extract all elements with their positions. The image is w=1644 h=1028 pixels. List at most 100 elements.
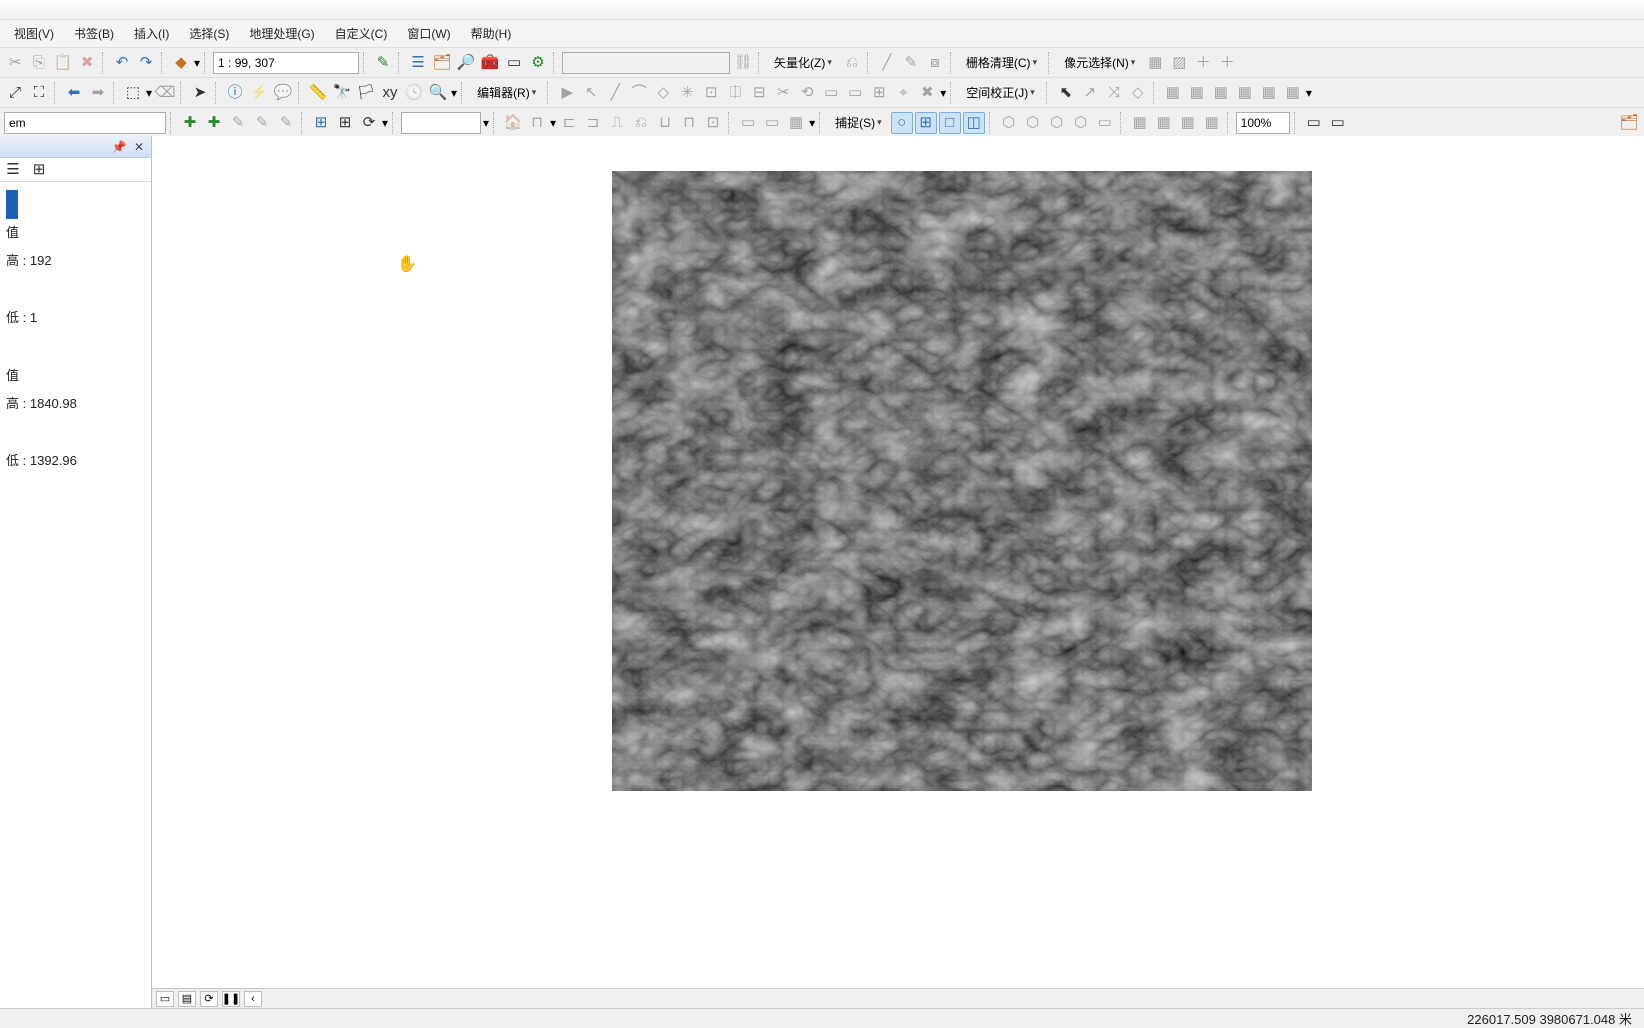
snap-edge-button[interactable]: ◫ (963, 112, 985, 134)
clear-selection-button[interactable]: ⌫ (154, 82, 176, 104)
measure-button[interactable]: 📏 (307, 82, 329, 104)
tool-b5[interactable]: ⎌ (630, 112, 652, 134)
full-extent-button[interactable]: ⛶ (28, 82, 50, 104)
menu-view[interactable]: 视图(V) (6, 21, 62, 46)
menu-window[interactable]: 窗口(W) (399, 21, 458, 46)
geo-2[interactable]: ⬡ (1022, 112, 1044, 134)
next-extent-button[interactable]: ➡ (87, 82, 109, 104)
html-popup-button[interactable]: 💬 (272, 82, 294, 104)
arc-tool[interactable]: ⌒ (628, 82, 650, 104)
add-data-button[interactable]: ◆ (170, 52, 192, 74)
adj-pointer[interactable]: ⬉ (1055, 82, 1077, 104)
prev-extent-button[interactable]: ⬅ (63, 82, 85, 104)
modelbuilder-button[interactable]: ⚙ (527, 52, 549, 74)
window-list-button[interactable]: ▭ (1303, 112, 1325, 134)
cell-tool3[interactable]: ＋ (1192, 52, 1214, 74)
toc-button[interactable]: ☰ (407, 52, 429, 74)
find-button[interactable]: 🔭 (331, 82, 353, 104)
create-feature2-button[interactable]: ✚ (203, 112, 225, 134)
editor-toolbar-button[interactable]: ✎ (372, 52, 394, 74)
copy-button[interactable]: ⎘ (28, 52, 50, 74)
trace-tool[interactable]: ◇ (652, 82, 674, 104)
select-elements-button[interactable]: ➤ (189, 82, 211, 104)
tool-b1[interactable]: ⊓ (526, 112, 548, 134)
gr-2[interactable]: ▦ (1153, 112, 1175, 134)
rotate-caret[interactable]: ▾ (382, 116, 388, 130)
refresh-view-button[interactable]: ⟳ (200, 991, 218, 1007)
identify-button[interactable]: ⓘ (224, 82, 246, 104)
zoomin-button[interactable]: ⤢ (4, 82, 26, 104)
cell-tool2[interactable]: ▨ (1168, 52, 1190, 74)
sketch3[interactable]: ✎ (275, 112, 297, 134)
pause-draw-button[interactable]: ❚❚ (222, 991, 240, 1007)
redo-button[interactable]: ↷ (135, 52, 157, 74)
window-list2-button[interactable]: ▭ (1327, 112, 1349, 134)
vect-tool3[interactable]: ✎ (900, 52, 922, 74)
data-view-tab[interactable]: ▭ (156, 991, 174, 1007)
cut-polygon-tool[interactable]: ⊟ (748, 82, 770, 104)
rotate-tool[interactable]: ⟲ (796, 82, 818, 104)
grid1[interactable]: ▦ (1162, 82, 1184, 104)
snap-end-button[interactable]: ⊞ (915, 112, 937, 134)
tool-c1[interactable]: ▭ (737, 112, 759, 134)
reshape-tool[interactable]: ⎅ (724, 82, 746, 104)
table2-button[interactable]: ⊞ (334, 112, 356, 134)
cell-tool4[interactable]: ＋ (1216, 52, 1238, 74)
home-button[interactable]: 🏠 (502, 112, 524, 134)
geo-1[interactable]: ⬡ (998, 112, 1020, 134)
toc-layer-selected[interactable] (6, 190, 18, 219)
timeslider-button[interactable]: 🕓 (403, 82, 425, 104)
editor-caret2[interactable]: ▾ (940, 86, 946, 100)
toc-pin-button[interactable]: 📌 (111, 139, 127, 155)
menu-bookmark[interactable]: 书签(B) (66, 21, 122, 46)
create-features-button[interactable]: ⊞ (868, 82, 890, 104)
geo-3[interactable]: ⬡ (1046, 112, 1068, 134)
create-feature-button[interactable]: ✚ (179, 112, 201, 134)
geo-5[interactable]: ▭ (1094, 112, 1116, 134)
rotate-button[interactable]: ⟳ (358, 112, 380, 134)
map-canvas[interactable] (612, 171, 1312, 791)
grid6[interactable]: ▦ (1282, 82, 1304, 104)
adj-link[interactable]: ↗ (1079, 82, 1101, 104)
related-button[interactable]: ⛓ (732, 52, 754, 74)
text-caret[interactable]: ▾ (483, 116, 489, 130)
edit-vertices[interactable]: ⊡ (700, 82, 722, 104)
delete-button[interactable]: ✖ (76, 52, 98, 74)
sketch1[interactable]: ✎ (227, 112, 249, 134)
gr-3[interactable]: ▦ (1177, 112, 1199, 134)
adj-caret[interactable]: ▾ (1306, 86, 1312, 100)
text-input[interactable] (401, 112, 481, 134)
gr-4[interactable]: ▦ (1201, 112, 1223, 134)
map-view[interactable]: ✋ ▭ ▤ ⟳ ❚❚ ‹ (152, 136, 1644, 1008)
edit-pointer-button[interactable]: ↖ (580, 82, 602, 104)
python-button[interactable]: ▭ (503, 52, 525, 74)
target-layer-combo[interactable] (562, 52, 730, 74)
snap-menu[interactable]: 捕捉(S)▾ (828, 112, 889, 134)
tool-b4[interactable]: ⎍ (606, 112, 628, 134)
edit-play-button[interactable]: ▶ (556, 82, 578, 104)
select-caret[interactable]: ▾ (146, 86, 152, 100)
goto-xy-button[interactable]: xy (379, 82, 401, 104)
toc-close-button[interactable]: ✕ (131, 139, 147, 155)
grid3[interactable]: ▦ (1210, 82, 1232, 104)
findroute-button[interactable]: 🏳 (355, 82, 377, 104)
layer-combo[interactable] (4, 112, 166, 134)
toc-content[interactable]: 值 高 : 192 低 : 1 值 高 : 1840.98 低 : 1392.9… (0, 182, 151, 1008)
menu-select[interactable]: 选择(S) (181, 21, 237, 46)
c-caret[interactable]: ▾ (809, 116, 815, 130)
grid2[interactable]: ▦ (1186, 82, 1208, 104)
tool-c3[interactable]: ▦ (785, 112, 807, 134)
vectorize-menu[interactable]: 矢量化(Z)▾ (767, 52, 839, 74)
vect-tool1[interactable]: ⎌ (841, 52, 863, 74)
split-tool[interactable]: ✂ (772, 82, 794, 104)
editor-menu[interactable]: 编辑器(R)▾ (470, 82, 543, 104)
back-view-button[interactable]: ‹ (244, 991, 262, 1007)
vect-tool2[interactable]: ╱ (876, 52, 898, 74)
menu-customize[interactable]: 自定义(C) (327, 21, 396, 46)
sketch2[interactable]: ✎ (251, 112, 273, 134)
sketch-props-button[interactable]: ▭ (844, 82, 866, 104)
attributes-button[interactable]: ▭ (820, 82, 842, 104)
viewer-button[interactable]: 🔍 (427, 82, 449, 104)
b1-caret[interactable]: ▾ (550, 116, 556, 130)
grid4[interactable]: ▦ (1234, 82, 1256, 104)
